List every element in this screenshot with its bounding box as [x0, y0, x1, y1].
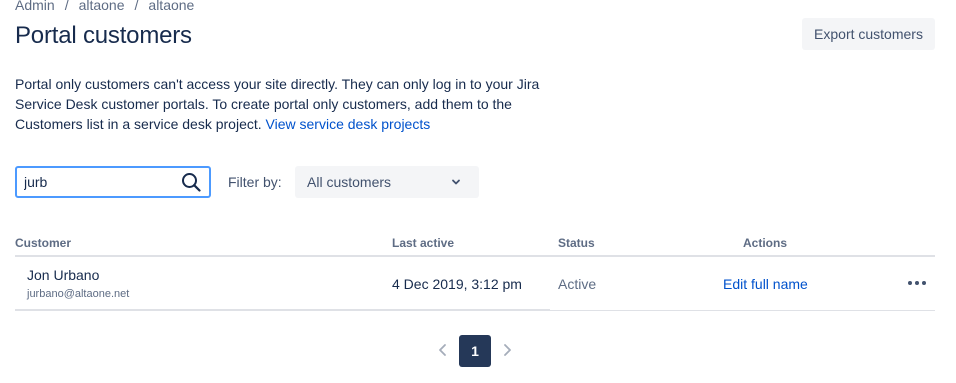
- table-header-divider: [15, 255, 935, 257]
- customer-status: Active: [558, 276, 597, 292]
- breadcrumb-site[interactable]: altaone: [79, 0, 125, 13]
- search-input[interactable]: [24, 174, 174, 190]
- search-field: [15, 166, 211, 198]
- breadcrumb-admin[interactable]: Admin: [15, 0, 55, 13]
- more-icon-dot: [922, 281, 926, 285]
- chevron-right-icon[interactable]: [500, 342, 514, 358]
- customer-name: Jon Urbano: [27, 267, 100, 283]
- more-actions-button[interactable]: [903, 274, 931, 292]
- customer-last-active: 4 Dec 2019, 3:12 pm: [392, 276, 522, 292]
- filter-selected-value: All customers: [307, 174, 392, 190]
- column-header-customer: Customer: [15, 236, 72, 250]
- breadcrumb: Admin / altaone / altaone: [15, 0, 194, 13]
- row-divider: [15, 309, 550, 311]
- filter-label: Filter by:: [228, 174, 282, 190]
- breadcrumb-separator: /: [134, 0, 139, 13]
- page-button-current[interactable]: 1: [459, 335, 491, 367]
- search-icon[interactable]: [181, 172, 201, 192]
- edit-full-name-link[interactable]: Edit full name: [723, 276, 808, 292]
- column-header-actions: Actions: [743, 236, 788, 250]
- customer-email: jurbano@altaone.net: [27, 288, 130, 300]
- customer-filter-select[interactable]: All customers: [295, 166, 479, 198]
- page-title: Portal customers: [15, 22, 192, 49]
- more-icon-dot: [915, 281, 919, 285]
- view-service-desk-projects-link[interactable]: View service desk projects: [266, 116, 431, 132]
- breadcrumb-separator: /: [64, 0, 69, 13]
- page-description: Portal only customers can't access your …: [15, 74, 555, 134]
- column-header-status: Status: [558, 236, 595, 250]
- column-header-last-active: Last active: [392, 236, 455, 250]
- breadcrumb-product[interactable]: altaone: [148, 0, 194, 13]
- chevron-left-icon[interactable]: [436, 342, 450, 358]
- chevron-down-icon: [452, 179, 460, 185]
- row-divider: [550, 310, 935, 311]
- more-icon-dot: [908, 281, 912, 285]
- export-customers-button[interactable]: Export customers: [802, 18, 935, 50]
